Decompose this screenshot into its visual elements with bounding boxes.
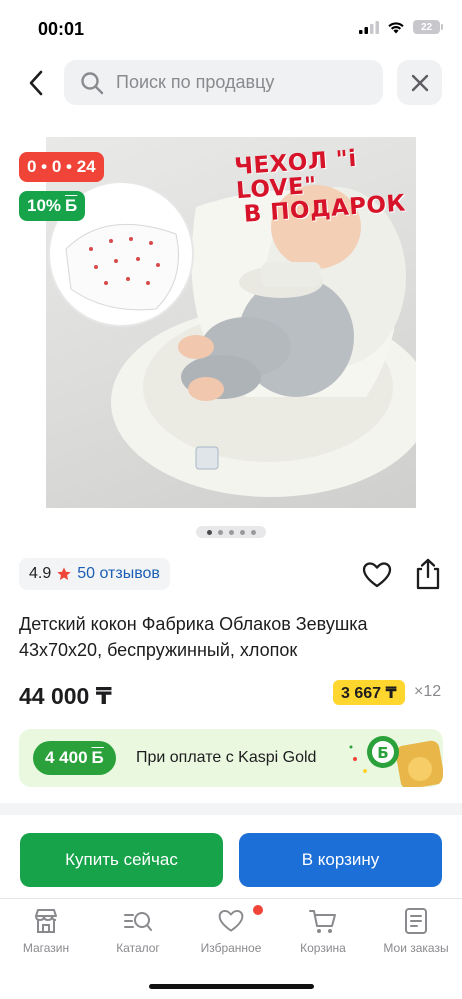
tab-favorites[interactable]: Избранное	[185, 907, 277, 955]
header: Поиск по продавцу	[0, 60, 462, 106]
status-bar: 00:01 22	[0, 0, 462, 52]
heart-icon	[218, 909, 244, 932]
tab-shop[interactable]: Магазин	[0, 907, 92, 955]
wifi-icon	[388, 21, 404, 33]
rating-chip[interactable]: 4.9 50 отзывов	[19, 558, 170, 590]
pager-dot	[217, 529, 223, 535]
chevron-left-icon	[29, 70, 43, 96]
svg-text:Б: Б	[377, 744, 388, 762]
status-icons: 22	[359, 20, 443, 34]
tab-cart[interactable]: Корзина	[277, 907, 369, 955]
battery-icon: 22	[413, 20, 443, 34]
product-title: Детский кокон Фабрика Облаков Зевушка 43…	[19, 614, 368, 660]
rating-value: 4.9	[29, 565, 52, 582]
kaspi-banner-text: При оплате с Kaspi Gold	[136, 749, 317, 766]
product-price: 44 000 ₸	[19, 683, 112, 709]
back-button[interactable]	[22, 66, 50, 100]
tab-catalog[interactable]: Каталог	[92, 907, 184, 955]
buy-now-button[interactable]: Купить сейчас	[20, 833, 223, 887]
close-button[interactable]	[397, 60, 442, 105]
catalog-search-icon	[124, 912, 152, 931]
discount-value: 10%	[27, 196, 62, 215]
tab-orders[interactable]: Мои заказы	[370, 907, 462, 955]
pager-dot-active	[206, 529, 212, 535]
star-icon	[57, 567, 71, 580]
share-icon	[416, 558, 440, 590]
kaspi-gold-banner[interactable]: 4 400 Б При оплате с Kaspi Gold Б	[19, 729, 443, 787]
pager-dot	[228, 529, 234, 535]
status-time: 00:01	[38, 19, 85, 39]
image-pager[interactable]	[196, 526, 266, 538]
pager-dot	[250, 529, 256, 535]
installment-price-badge[interactable]: 3 667 ₸	[333, 680, 405, 705]
tab-label: Мои заказы	[383, 941, 449, 955]
bonus-currency-icon: Б	[65, 196, 78, 215]
image-promo-text: ЧЕХОЛ "i LOVE" В ПОДАРОК	[234, 143, 416, 228]
search-icon	[81, 71, 104, 94]
bonus-currency-icon: Б	[91, 748, 104, 767]
section-divider	[0, 803, 462, 815]
pager-dot	[239, 529, 245, 535]
tab-label: Магазин	[22, 941, 70, 955]
tab-label: Каталог	[116, 941, 160, 955]
bonus-amount: 4 400	[45, 748, 88, 767]
orders-icon	[405, 908, 427, 934]
timer-badge: 0 • 0 • 24	[19, 152, 104, 182]
favorite-button[interactable]	[361, 559, 393, 591]
share-button[interactable]	[412, 557, 444, 591]
shop-icon	[35, 909, 57, 933]
home-indicator	[149, 984, 314, 989]
tab-label: Корзина	[300, 941, 346, 955]
reviews-link[interactable]: 50 отзывов	[77, 565, 160, 583]
bonus-pill: 4 400 Б	[33, 741, 116, 775]
cellular-signal-icon	[359, 20, 379, 34]
add-to-cart-button[interactable]: В корзину	[239, 833, 442, 887]
heart-outline-icon	[362, 562, 392, 588]
discount-badge: 10% Б	[19, 191, 86, 221]
favorites-notification-dot	[253, 905, 263, 915]
cart-icon	[309, 910, 336, 933]
search-placeholder: Поиск по продавцу	[116, 72, 275, 92]
installment-months: ×12	[414, 683, 442, 700]
product-image[interactable]: ЧЕХОЛ "i LOVE" В ПОДАРОК	[46, 137, 416, 508]
close-icon	[411, 74, 428, 91]
kaspi-bonus-illustration-icon: Б	[349, 736, 443, 787]
tab-label: Избранное	[200, 941, 262, 955]
search-input[interactable]: Поиск по продавцу	[64, 60, 383, 105]
